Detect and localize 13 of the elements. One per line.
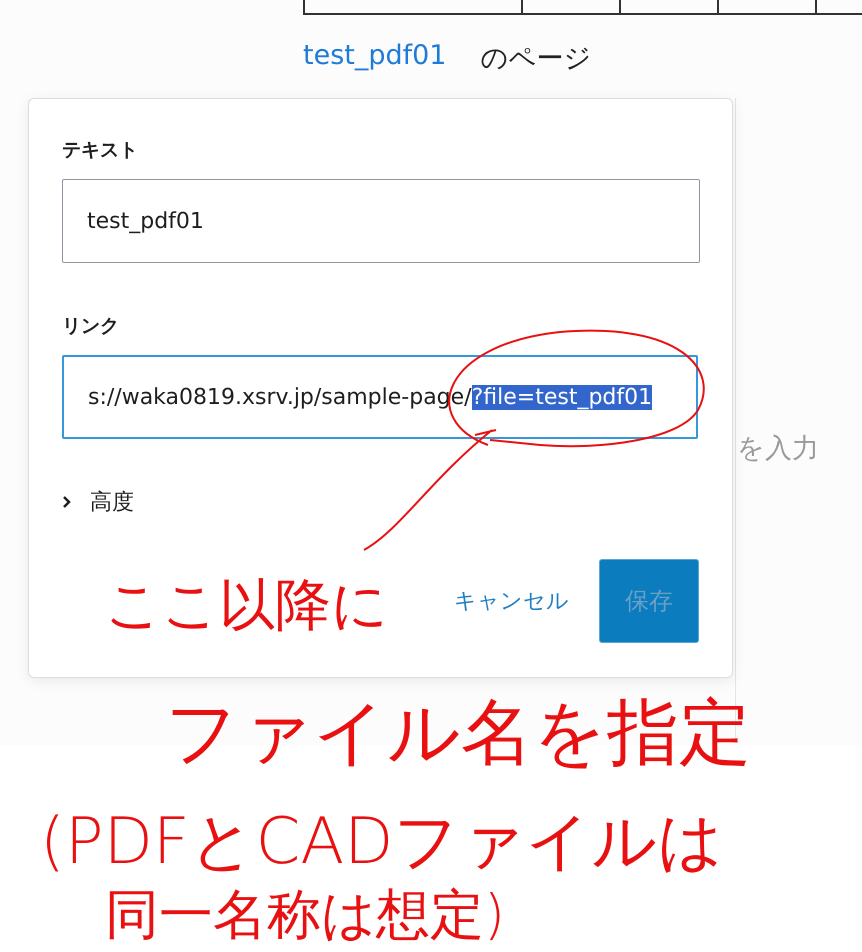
handwritten-note: (PDFとCADファイルは	[40, 810, 724, 874]
cancel-link[interactable]: キャンセル	[454, 586, 569, 616]
text-field[interactable]: test_pdf01	[62, 179, 700, 263]
field-label: リンク	[62, 314, 119, 339]
page-title: のページ	[480, 42, 592, 76]
advanced-toggle[interactable]: 高度	[90, 487, 134, 517]
field-label: テキスト	[62, 138, 138, 163]
handwritten-note: ファイル名を指定	[165, 696, 751, 768]
page-link[interactable]: test_pdf01	[303, 40, 446, 76]
handwritten-note: ここ以降に	[105, 578, 388, 634]
chevron-icon[interactable]	[62, 495, 72, 509]
handwritten-note: 同一名称は想定)	[105, 888, 506, 942]
placeholder-text: を入力	[737, 432, 819, 466]
